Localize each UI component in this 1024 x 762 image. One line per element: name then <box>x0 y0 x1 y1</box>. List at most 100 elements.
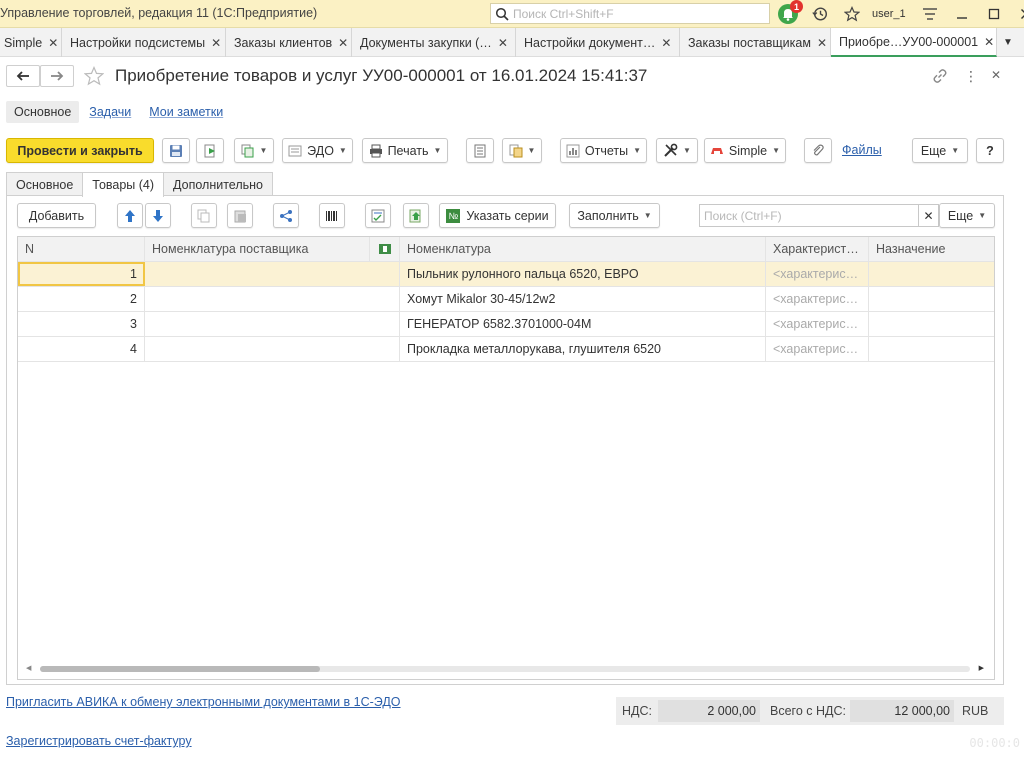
files-link[interactable]: Файлы <box>842 143 882 157</box>
cell-purpose[interactable] <box>869 337 994 361</box>
section-main[interactable]: Основное <box>6 101 80 123</box>
tab-main[interactable]: Основное <box>6 172 84 196</box>
tab-goods[interactable]: Товары (4) <box>82 172 165 197</box>
post-and-close-button[interactable]: Провести и закрыть <box>6 138 154 163</box>
tab-document-settings[interactable]: Настройки документ… ✕ <box>516 28 680 57</box>
tab-customer-orders[interactable]: Заказы клиентов ✕ <box>226 28 352 57</box>
user-name[interactable]: user_1 <box>872 8 906 20</box>
column-header-n[interactable]: N <box>18 237 145 261</box>
table-row[interactable]: 4 Прокладка металлорукава, глушителя 652… <box>18 337 994 362</box>
goods-table[interactable]: N Номенклатура поставщика Номенклатура Х… <box>17 236 995 680</box>
minimize-button[interactable] <box>950 2 974 26</box>
cell-n[interactable]: 2 <box>18 287 145 311</box>
cell-characteristic[interactable]: <характерис… <box>766 337 869 361</box>
move-down-button[interactable] <box>145 203 171 228</box>
main-menu-button[interactable] <box>918 2 942 26</box>
cell-item[interactable]: Прокладка металлорукава, глушителя 6520 <box>400 337 766 361</box>
close-tab-icon[interactable]: ✕ <box>661 36 671 50</box>
cell-item[interactable]: ГЕНЕРАТОР 6582.3701000-04М <box>400 312 766 336</box>
back-button[interactable] <box>6 65 40 87</box>
column-header-item[interactable]: Номенклатура <box>400 237 766 261</box>
cell-item[interactable]: Пыльник рулонного пальца 6520, ЕВРО <box>400 262 766 286</box>
cell-characteristic[interactable]: <характерис… <box>766 262 869 286</box>
history-button[interactable] <box>808 2 832 26</box>
create-based-on-button[interactable]: ▼ <box>234 138 274 163</box>
cell-supplier-item[interactable] <box>145 312 400 336</box>
more-actions-icon[interactable]: ⋮ <box>964 68 978 85</box>
paste-row-button[interactable] <box>227 203 253 228</box>
scroll-right-icon[interactable]: ▶ <box>979 664 984 672</box>
table-row[interactable]: 2 Хомут Mikalor 30-45/12w2 <характерис… <box>18 287 994 312</box>
attach-file-button[interactable] <box>804 138 832 163</box>
favorites-button[interactable] <box>840 2 864 26</box>
documents-related-button[interactable]: ▼ <box>502 138 542 163</box>
section-notes[interactable]: Мои заметки <box>141 101 231 123</box>
move-up-button[interactable] <box>117 203 143 228</box>
scrollbar-thumb[interactable] <box>40 666 320 672</box>
column-header-match[interactable] <box>370 237 400 261</box>
fill-button[interactable]: Заполнить ▼ <box>569 203 660 228</box>
reports-button[interactable]: Отчеты ▼ <box>560 138 647 163</box>
clear-search-icon[interactable]: ✕ <box>918 205 938 226</box>
add-favorite-button[interactable] <box>83 65 105 89</box>
close-window-button[interactable] <box>1014 2 1024 26</box>
cell-purpose[interactable] <box>869 312 994 336</box>
forward-button[interactable] <box>40 65 74 87</box>
close-tab-icon[interactable]: ✕ <box>984 35 994 49</box>
global-search-input[interactable]: Поиск Ctrl+Shift+F <box>490 3 770 24</box>
tab-additional[interactable]: Дополнительно <box>163 172 273 196</box>
simple-button[interactable]: Simple ▼ <box>704 138 786 163</box>
tools-button[interactable]: ▼ <box>656 138 698 163</box>
save-button[interactable] <box>162 138 190 163</box>
cell-item[interactable]: Хомут Mikalor 30-45/12w2 <box>400 287 766 311</box>
section-tasks[interactable]: Задачи <box>81 101 139 123</box>
column-header-characteristic[interactable]: Характерист… <box>766 237 869 261</box>
journal-button[interactable] <box>466 138 494 163</box>
goods-search-input[interactable]: Поиск (Ctrl+F) ✕ <box>699 204 939 227</box>
notifications-button[interactable]: 1 <box>776 0 803 26</box>
distribute-button[interactable] <box>273 203 299 228</box>
tab-purchase-uu00-000001[interactable]: Приобре…УУ00-000001 ✕ <box>831 28 997 57</box>
cell-supplier-item[interactable] <box>145 337 400 361</box>
add-row-button[interactable]: Добавить <box>17 203 96 228</box>
copy-link-button[interactable] <box>932 68 948 87</box>
pick-goods-button[interactable] <box>365 203 391 228</box>
more-button[interactable]: Еще ▼ <box>912 138 968 163</box>
close-tab-icon[interactable]: ✕ <box>211 36 221 50</box>
close-form-button[interactable]: ✕ <box>991 68 1001 82</box>
post-button[interactable] <box>196 138 224 163</box>
close-tab-icon[interactable]: ✕ <box>817 36 827 50</box>
tab-purchase-documents[interactable]: Документы закупки (… ✕ <box>352 28 516 57</box>
tab-subsystem-settings[interactable]: Настройки подсистемы ✕ <box>62 28 226 57</box>
scroll-left-icon[interactable]: ◀ <box>26 664 31 672</box>
table-row[interactable]: 1 Пыльник рулонного пальца 6520, ЕВРО <х… <box>18 262 994 287</box>
cell-characteristic[interactable]: <характерис… <box>766 312 869 336</box>
close-tab-icon[interactable]: ✕ <box>498 36 508 50</box>
horizontal-scrollbar[interactable]: ◀ ▶ <box>24 664 986 673</box>
cell-purpose[interactable] <box>869 262 994 286</box>
barcode-button[interactable] <box>319 203 345 228</box>
tab-simple[interactable]: Simple ✕ <box>0 28 62 57</box>
invite-edo-link[interactable]: Пригласить АВИКА к обмену электронными д… <box>6 695 401 709</box>
column-header-supplier-item[interactable]: Номенклатура поставщика <box>145 237 370 261</box>
register-invoice-link[interactable]: Зарегистрировать счет-фактуру <box>6 734 192 748</box>
cell-n[interactable]: 1 <box>18 262 145 286</box>
copy-row-button[interactable] <box>191 203 217 228</box>
close-tab-icon[interactable]: ✕ <box>338 36 348 50</box>
tab-supplier-orders[interactable]: Заказы поставщикам ✕ <box>680 28 831 57</box>
edo-button[interactable]: ЭДО ▼ <box>282 138 353 163</box>
help-button[interactable]: ? <box>976 138 1004 163</box>
column-header-purpose[interactable]: Назначение <box>869 237 994 261</box>
goods-more-button[interactable]: Еще ▼ <box>939 203 995 228</box>
cell-supplier-item[interactable] <box>145 262 400 286</box>
cell-purpose[interactable] <box>869 287 994 311</box>
specify-series-button[interactable]: № Указать серии <box>439 203 556 228</box>
tabs-overflow-button[interactable]: ▼ <box>997 28 1024 57</box>
cell-n[interactable]: 4 <box>18 337 145 361</box>
fill-from-document-button[interactable] <box>403 203 429 228</box>
cell-supplier-item[interactable] <box>145 287 400 311</box>
table-row[interactable]: 3 ГЕНЕРАТОР 6582.3701000-04М <характерис… <box>18 312 994 337</box>
close-tab-icon[interactable]: ✕ <box>48 36 58 50</box>
print-button[interactable]: Печать ▼ <box>362 138 448 163</box>
cell-characteristic[interactable]: <характерис… <box>766 287 869 311</box>
